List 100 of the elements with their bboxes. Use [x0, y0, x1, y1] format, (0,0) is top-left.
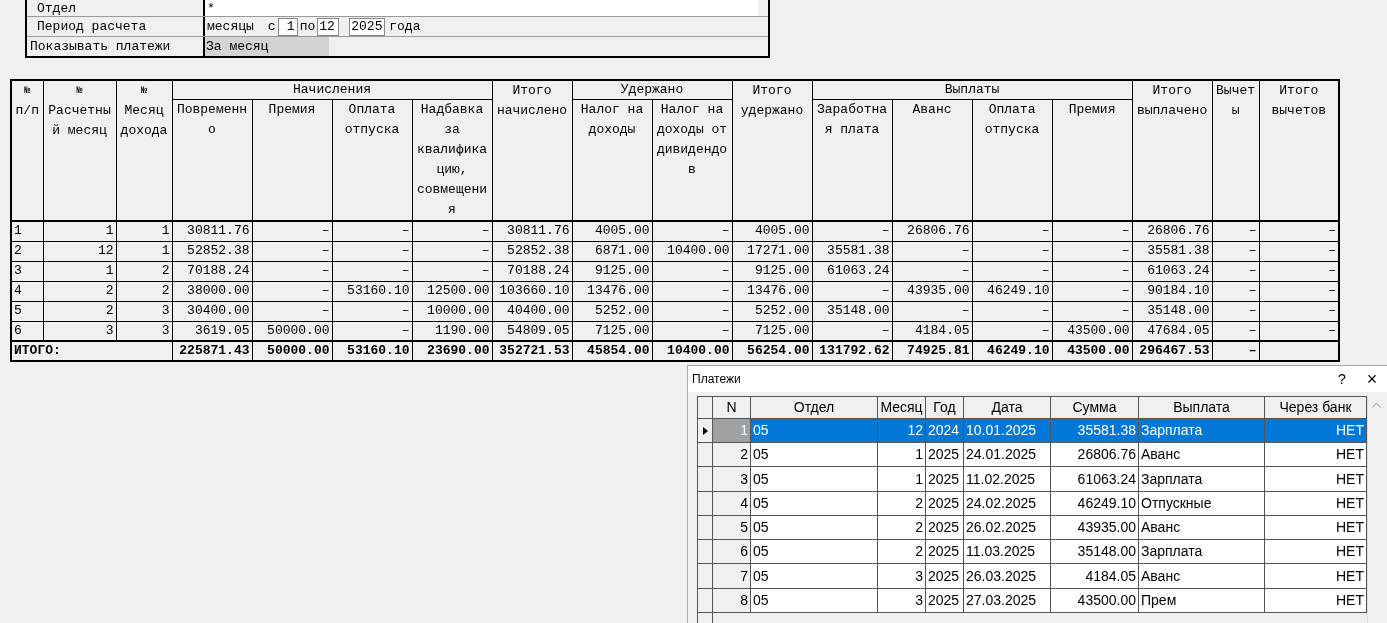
table-cell: 1: [11, 221, 43, 241]
table-cell: 5252.00: [732, 301, 813, 321]
column-header[interactable]: N: [712, 396, 751, 419]
grid-cell[interactable]: 61063.24: [1050, 466, 1139, 492]
grid-cell[interactable]: 24.01.2025: [963, 442, 1051, 467]
grid-cell[interactable]: 2: [877, 515, 926, 540]
grid-cell[interactable]: Отпускные: [1138, 491, 1265, 516]
column-header[interactable]: Сумма: [1050, 396, 1139, 419]
table-cell: –: [972, 221, 1053, 241]
grid-cell[interactable]: 10.01.2025: [963, 418, 1051, 443]
column-header[interactable]: Выплата: [1138, 396, 1265, 419]
grid-cell[interactable]: НЕТ: [1264, 515, 1367, 540]
table-cell: 9125.00: [732, 261, 813, 281]
grid-cell[interactable]: 26806.76: [1050, 442, 1139, 467]
grid-cell[interactable]: 05: [750, 442, 878, 467]
grid-cell[interactable]: 05: [750, 418, 878, 443]
grid-cell[interactable]: 11.02.2025: [963, 466, 1051, 492]
table-cell: –: [1052, 281, 1133, 301]
grid-cell[interactable]: 1: [877, 442, 926, 467]
grid-cell[interactable]: 2025: [925, 563, 964, 589]
table-cell: 70188.24: [492, 261, 572, 281]
column-header[interactable]: Дата: [963, 396, 1051, 419]
table-cell: 30811.76: [172, 221, 252, 241]
grid-cell[interactable]: НЕТ: [1264, 418, 1367, 443]
grid-cell[interactable]: 3: [877, 588, 926, 613]
table-cell: 9125.00: [572, 261, 652, 281]
grid-cell[interactable]: 27.03.2025: [963, 588, 1051, 613]
table-cell: –: [1052, 241, 1133, 261]
table-cell: 13476.00: [732, 281, 813, 301]
table-cell: 17271.00: [732, 241, 813, 261]
table-cell: 1: [116, 241, 172, 261]
grid-cell[interactable]: НЕТ: [1264, 491, 1367, 516]
grid-cell[interactable]: 2025: [925, 539, 964, 564]
grid-cell[interactable]: 35148.00: [1050, 539, 1139, 564]
grid-cell[interactable]: 26.03.2025: [963, 563, 1051, 589]
payments-mode-field[interactable]: За месяц: [205, 37, 329, 56]
grid-cell[interactable]: 1: [877, 466, 926, 492]
grid-cell[interactable]: 43935.00: [1050, 515, 1139, 540]
grid-cell[interactable]: 46249.10: [1050, 491, 1139, 516]
table-cell: 6871.00: [572, 241, 652, 261]
table-cell: –: [652, 221, 733, 241]
help-button[interactable]: ?: [1327, 368, 1357, 390]
column-header[interactable]: Через банк: [1264, 396, 1367, 419]
grid-cell[interactable]: 2024: [925, 418, 964, 443]
field-label: Период расчета: [27, 17, 205, 36]
to-month-field[interactable]: 12: [317, 17, 340, 36]
column-group-header: Удержано: [572, 80, 733, 100]
grid-cell[interactable]: Зарплата: [1138, 418, 1265, 443]
grid-cell[interactable]: 4184.05: [1050, 563, 1139, 589]
grid-cell[interactable]: 05: [750, 515, 878, 540]
grid-cell[interactable]: 05: [750, 539, 878, 564]
grid-cell[interactable]: 2025: [925, 491, 964, 516]
grid-cell[interactable]: 43500.00: [1050, 588, 1139, 613]
grid-cell[interactable]: 12: [877, 418, 926, 443]
grid-cell[interactable]: 35581.38: [1050, 418, 1139, 443]
grid-cell[interactable]: 3: [877, 563, 926, 589]
year-field[interactable]: 2025: [349, 17, 386, 36]
grid-cell[interactable]: НЕТ: [1264, 539, 1367, 564]
table-cell: 4: [11, 281, 43, 301]
department-field[interactable]: *: [205, 0, 758, 16]
grid-cell[interactable]: Аванс: [1138, 563, 1265, 589]
grid-cell[interactable]: 26.02.2025: [963, 515, 1051, 540]
grid-cell[interactable]: 05: [750, 466, 878, 492]
year-label: года: [389, 17, 421, 36]
column-header: Итого выплачено: [1132, 80, 1213, 221]
grid-cell[interactable]: НЕТ: [1264, 466, 1367, 492]
column-header[interactable]: Год: [925, 396, 964, 419]
table-cell: –: [412, 221, 492, 241]
grid-cell[interactable]: Зарплата: [1138, 539, 1265, 564]
grid-cell[interactable]: НЕТ: [1264, 563, 1367, 589]
scroll-up-icon[interactable]: [1371, 402, 1381, 408]
grid-cell[interactable]: 2: [877, 491, 926, 516]
table-cell: –: [252, 261, 332, 281]
table-cell: 30400.00: [172, 301, 252, 321]
grid-cell[interactable]: 2: [877, 539, 926, 564]
grid-cell[interactable]: 05: [750, 563, 878, 589]
table-cell: –: [332, 241, 412, 261]
table-cell: 70188.24: [172, 261, 252, 281]
grid-cell[interactable]: 2025: [925, 442, 964, 467]
column-header[interactable]: Месяц: [877, 396, 926, 419]
column-header[interactable]: Отдел: [750, 396, 878, 419]
grid-cell[interactable]: 11.03.2025: [963, 539, 1051, 564]
grid-cell[interactable]: Аванс: [1138, 515, 1265, 540]
table-cell: –: [412, 241, 492, 261]
from-month-field[interactable]: 1: [277, 17, 298, 36]
table-cell: –: [972, 261, 1053, 281]
grid-cell[interactable]: Зарплата: [1138, 466, 1265, 492]
from-label: с: [267, 17, 276, 36]
grid-cell[interactable]: 05: [750, 588, 878, 613]
grid-cell[interactable]: НЕТ: [1264, 442, 1367, 467]
grid-cell[interactable]: 2025: [925, 588, 964, 613]
grid-cell[interactable]: 2025: [925, 515, 964, 540]
grid-cell[interactable]: 24.02.2025: [963, 491, 1051, 516]
grid-cell[interactable]: 2025: [925, 466, 964, 492]
close-button[interactable]: ×: [1357, 369, 1387, 389]
grid-cell[interactable]: Прем: [1138, 588, 1265, 613]
grid-cell[interactable]: Аванс: [1138, 442, 1265, 467]
grid-cell[interactable]: НЕТ: [1264, 588, 1367, 613]
grid-cell[interactable]: 05: [750, 491, 878, 516]
table-cell: 103660.10: [492, 281, 572, 301]
